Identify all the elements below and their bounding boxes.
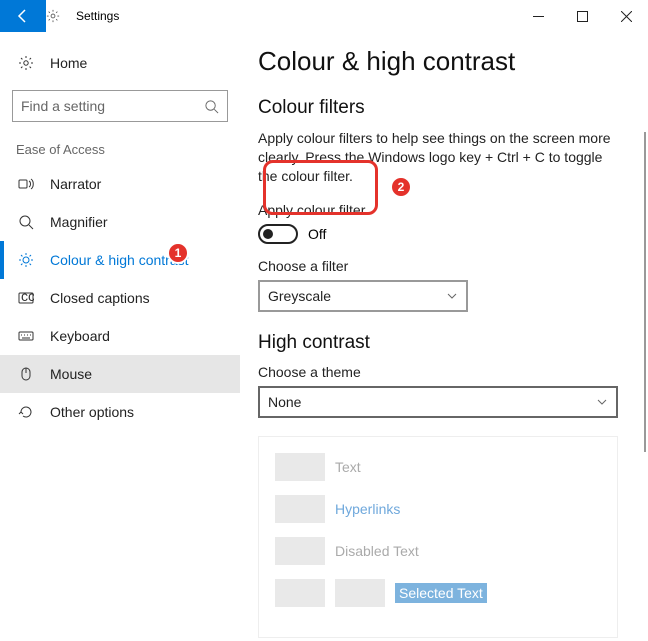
scrollbar-indicator[interactable]	[644, 132, 646, 452]
sidebar-item-other-options[interactable]: Other options	[0, 393, 240, 431]
svg-text:cc: cc	[21, 290, 34, 304]
search-icon	[204, 99, 219, 114]
section-colour-filters-title: Colour filters	[258, 97, 624, 119]
sidebar-item-label: Narrator	[50, 176, 101, 192]
sidebar-item-mouse[interactable]: Mouse	[0, 355, 240, 393]
theme-select-label: Choose a theme	[258, 364, 624, 380]
sidebar-item-narrator[interactable]: Narrator	[0, 165, 240, 203]
preview-label-text: Text	[335, 459, 361, 475]
theme-select-value: None	[268, 394, 301, 410]
preview-disabled-row: Disabled Text	[275, 537, 601, 565]
settings-app-icon	[46, 9, 60, 23]
sidebar-item-keyboard[interactable]: Keyboard	[0, 317, 240, 355]
home-nav[interactable]: Home	[0, 44, 240, 82]
app-title: Settings	[76, 9, 119, 23]
apply-colour-filter-setting: Apply colour filter Off	[258, 202, 624, 244]
close-button[interactable]	[604, 0, 648, 32]
preview-label-selected: Selected Text	[395, 583, 487, 603]
magnifier-icon	[16, 214, 36, 230]
sidebar-item-colour-high-contrast[interactable]: Colour & high contrast	[0, 241, 240, 279]
filter-select-value: Greyscale	[268, 288, 331, 304]
maximize-button[interactable]	[560, 0, 604, 32]
back-button[interactable]	[0, 0, 46, 32]
preview-swatch	[275, 537, 325, 565]
refresh-icon	[16, 404, 36, 420]
sidebar-item-label: Closed captions	[50, 290, 150, 306]
theme-select[interactable]: None	[258, 386, 618, 418]
filter-select-label: Choose a filter	[258, 258, 624, 274]
high-contrast-preview: Text Hyperlinks Disabled Text Selected T…	[258, 436, 618, 638]
chevron-down-icon	[596, 396, 608, 408]
search-input-wrapper[interactable]	[12, 90, 228, 122]
nav-group-label: Ease of Access	[0, 138, 240, 165]
minimize-button[interactable]	[516, 0, 560, 32]
toggle-value: Off	[308, 226, 326, 242]
preview-label-disabled: Disabled Text	[335, 543, 419, 559]
preview-swatch	[275, 495, 325, 523]
filter-select[interactable]: Greyscale	[258, 280, 468, 312]
sidebar-item-closed-captions[interactable]: cc Closed captions	[0, 279, 240, 317]
sidebar-item-label: Other options	[50, 404, 134, 420]
page-heading: Colour & high contrast	[258, 46, 624, 77]
preview-text-row: Text	[275, 453, 601, 481]
sidebar-item-label: Mouse	[50, 366, 92, 382]
home-label: Home	[50, 55, 87, 71]
gear-icon	[16, 55, 36, 71]
cc-icon: cc	[16, 290, 36, 306]
sidebar-item-label: Magnifier	[50, 214, 108, 230]
keyboard-icon	[16, 328, 36, 344]
sidebar: Home Ease of Access Narrator Magnifier C…	[0, 32, 240, 641]
chevron-down-icon	[446, 290, 458, 302]
toggle-label: Apply colour filter	[258, 202, 624, 218]
preview-selected-row: Selected Text	[275, 579, 601, 607]
sidebar-item-label: Keyboard	[50, 328, 110, 344]
section-high-contrast-title: High contrast	[258, 332, 624, 354]
preview-swatch	[275, 453, 325, 481]
apply-colour-filter-toggle[interactable]	[258, 224, 298, 244]
preview-swatch	[335, 579, 385, 607]
narrator-icon	[16, 176, 36, 192]
preview-swatch	[275, 579, 325, 607]
mouse-icon	[16, 366, 36, 382]
preview-hyperlinks-row: Hyperlinks	[275, 495, 601, 523]
section-colour-filters-desc: Apply colour filters to help see things …	[258, 129, 624, 186]
search-input[interactable]	[21, 98, 204, 114]
sidebar-item-label: Colour & high contrast	[50, 252, 189, 268]
content-area: Colour & high contrast Colour filters Ap…	[240, 32, 648, 641]
sidebar-item-magnifier[interactable]: Magnifier	[0, 203, 240, 241]
preview-label-hyperlinks: Hyperlinks	[335, 501, 400, 517]
brightness-icon	[16, 252, 36, 268]
